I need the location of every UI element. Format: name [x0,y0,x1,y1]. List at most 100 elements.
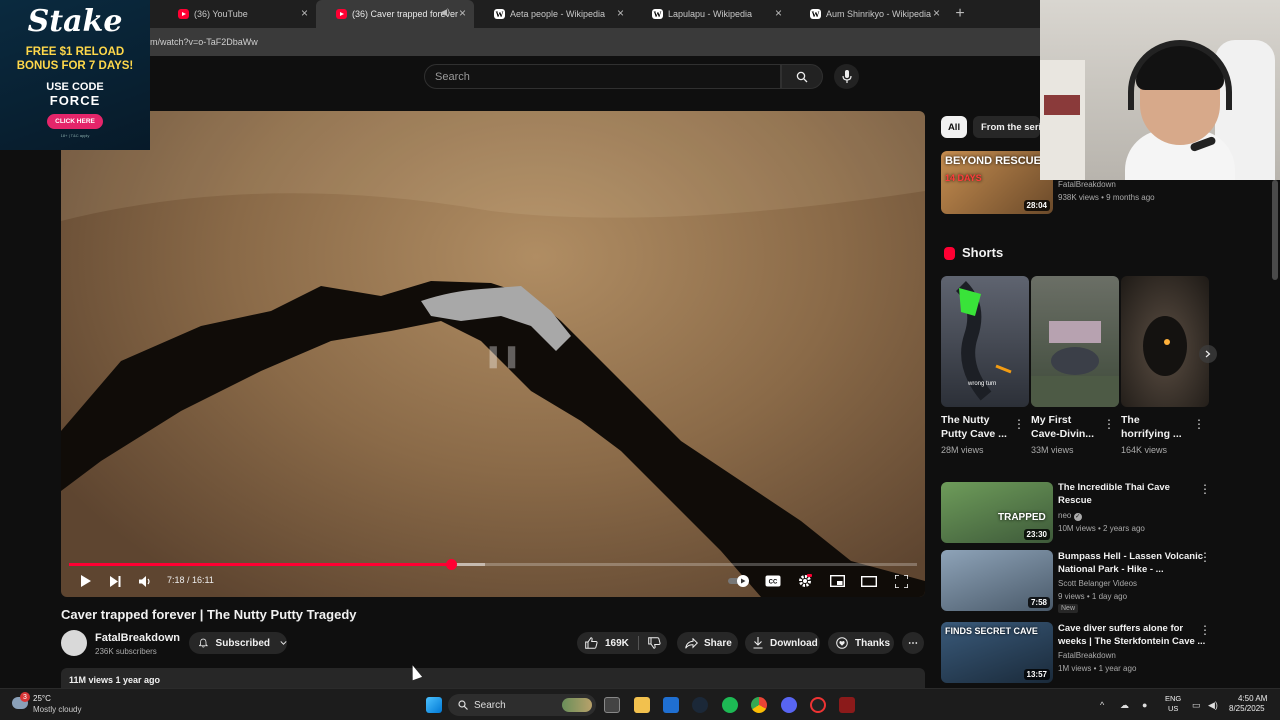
thumbs-up-icon [585,637,598,649]
new-tab-button[interactable]: + [948,0,972,28]
related-title-1[interactable]: The Incredible Thai Cave Rescue [1058,481,1170,507]
dislike-button[interactable] [648,637,661,649]
related-thumbnail-1[interactable]: TRAPPED 23:30 [941,482,1053,543]
display-icon[interactable]: ▭ [1192,700,1201,711]
close-tab-icon[interactable]: × [617,7,624,19]
related-thumbnail-3[interactable]: FINDS SECRET CAVE 13:57 [941,622,1053,683]
search-input[interactable] [424,64,781,89]
captions-button[interactable]: CC [763,571,783,591]
related-thumbnail-2[interactable]: 7:58 [941,550,1053,611]
youtube-icon [178,9,189,19]
play-button[interactable] [75,571,95,591]
short-3-title[interactable]: The horrifying ... [1121,413,1182,441]
browser-tab-video[interactable]: (36) Caver trapped forever ◀) × [316,0,474,28]
weather-temperature[interactable]: 25°C [33,694,51,703]
chip-from-series[interactable]: From the series [973,116,1040,138]
more-actions-button[interactable]: ⋯ [902,632,924,654]
thanks-button[interactable]: Thanks [828,632,894,654]
browser-tab-aum[interactable]: W Aum Shinrikyo - Wikipedia × [790,0,948,28]
recording-app-icon[interactable] [810,697,826,713]
theater-mode-icon [861,575,877,587]
settings-button[interactable] [795,571,815,591]
address-bar[interactable]: m/watch?v=o-TaF2DbaWw [0,28,1040,56]
share-button[interactable]: Share [677,632,738,654]
related-title-2[interactable]: Bumpass Hell - Lassen Volcanic National P… [1058,550,1203,576]
related-title-3[interactable]: Cave diver suffers alone for weeks | The … [1058,622,1205,648]
language-indicator[interactable]: ENG [1165,694,1181,703]
related-channel-3[interactable]: FatalBreakdown [1058,651,1116,660]
wikipedia-icon: W [810,9,821,19]
volume-button[interactable] [135,571,155,591]
webcam-shelf [1040,60,1085,180]
cloud-icon[interactable]: ☁ [1120,700,1129,711]
related-channel[interactable]: FatalBreakdown [1058,180,1116,189]
more-vertical-icon[interactable]: ⋮ [1199,624,1211,636]
discord-icon[interactable] [781,697,797,713]
time-display: 7:18 / 16:11 [167,575,214,585]
browser-tab-aeta[interactable]: W Aeta people - Wikipedia × [474,0,632,28]
more-horizontal-icon: ⋯ [908,637,918,649]
autoplay-toggle[interactable] [727,571,751,591]
speaker-tray-icon[interactable]: ◀) [1208,700,1218,711]
chevron-down-icon [280,641,287,645]
clock-date[interactable]: 8/25/2025 [1229,704,1265,713]
description-box[interactable] [61,668,925,688]
related-thumbnail-top[interactable]: BEYOND RESCUE 14 DAYS 28:04 [941,151,1053,214]
shorts-next-button[interactable] [1199,345,1217,363]
close-tab-icon[interactable]: × [933,7,940,19]
windows-start-icon[interactable] [426,697,442,713]
browser-tab-youtube[interactable]: (36) YouTube × [158,0,316,28]
search-button[interactable] [781,64,823,89]
more-vertical-icon[interactable]: ⋮ [1013,418,1025,430]
page-scrollbar[interactable] [1272,180,1278,280]
store-icon[interactable] [663,697,679,713]
theater-mode-button[interactable] [859,571,879,591]
miniplayer-button[interactable] [827,571,847,591]
channel-avatar[interactable] [61,630,87,656]
more-vertical-icon[interactable]: ⋮ [1199,551,1211,563]
chevron-up-icon[interactable]: ^ [1100,700,1104,710]
weather-description[interactable]: Mostly cloudy [33,705,81,714]
more-vertical-icon[interactable]: ⋮ [1199,483,1211,495]
new-badge: New [1058,604,1079,613]
video-player[interactable]: ❚❚ 7:18 / 16:11 CC [61,111,925,597]
speaker-icon[interactable]: ◀) [440,7,450,18]
browser-tab-lapulapu[interactable]: W Lapulapu - Wikipedia × [632,0,790,28]
keyboard-layout[interactable]: US [1168,704,1178,713]
next-button[interactable] [105,571,125,591]
game-app-icon[interactable] [839,697,855,713]
download-button[interactable]: Download [745,632,820,654]
close-tab-icon[interactable]: × [459,7,466,19]
more-vertical-icon[interactable]: ⋮ [1193,418,1205,430]
task-view-icon[interactable] [604,697,620,713]
channel-name[interactable]: FatalBreakdown [95,632,180,644]
ad-cta-button[interactable]: CLICK HERE [47,114,103,129]
more-vertical-icon[interactable]: ⋮ [1103,418,1115,430]
short-thumbnail-2[interactable] [1031,276,1119,407]
like-button[interactable]: 169K [585,637,629,649]
stake-ad[interactable]: Stake FREE $1 RELOAD BONUS FOR 7 DAYS! U… [0,0,150,150]
progress-bar[interactable] [69,559,917,570]
steam-icon[interactable] [692,697,708,713]
close-tab-icon[interactable]: × [775,7,782,19]
fullscreen-button[interactable] [891,571,911,591]
close-tab-icon[interactable]: × [301,7,308,19]
short-thumbnail-1[interactable]: wrong turn [941,276,1029,407]
file-explorer-icon[interactable] [634,697,650,713]
microphone-tray-icon[interactable]: ● [1142,700,1147,710]
chip-all[interactable]: All [941,116,967,138]
related-channel-2[interactable]: Scott Belanger Videos [1058,579,1137,588]
taskbar-search[interactable]: Search [448,694,596,716]
short-2-title[interactable]: My First Cave-Divin... [1031,413,1094,441]
clock-time[interactable]: 4:50 AM [1238,694,1267,703]
short-1-title[interactable]: The Nutty Putty Cave ... [941,413,1007,441]
voice-search-button[interactable] [834,64,859,89]
spotify-icon[interactable] [722,697,738,713]
related-channel-1[interactable]: neo ✓ [1058,511,1082,521]
download-label: Download [770,637,818,649]
chrome-icon[interactable] [751,697,767,713]
url-text[interactable]: m/watch?v=o-TaF2DbaWw [150,37,258,47]
taskbar-search-label: Search [474,699,506,711]
short-thumbnail-3[interactable] [1121,276,1209,407]
subscribed-button[interactable]: Subscribed [189,632,287,654]
